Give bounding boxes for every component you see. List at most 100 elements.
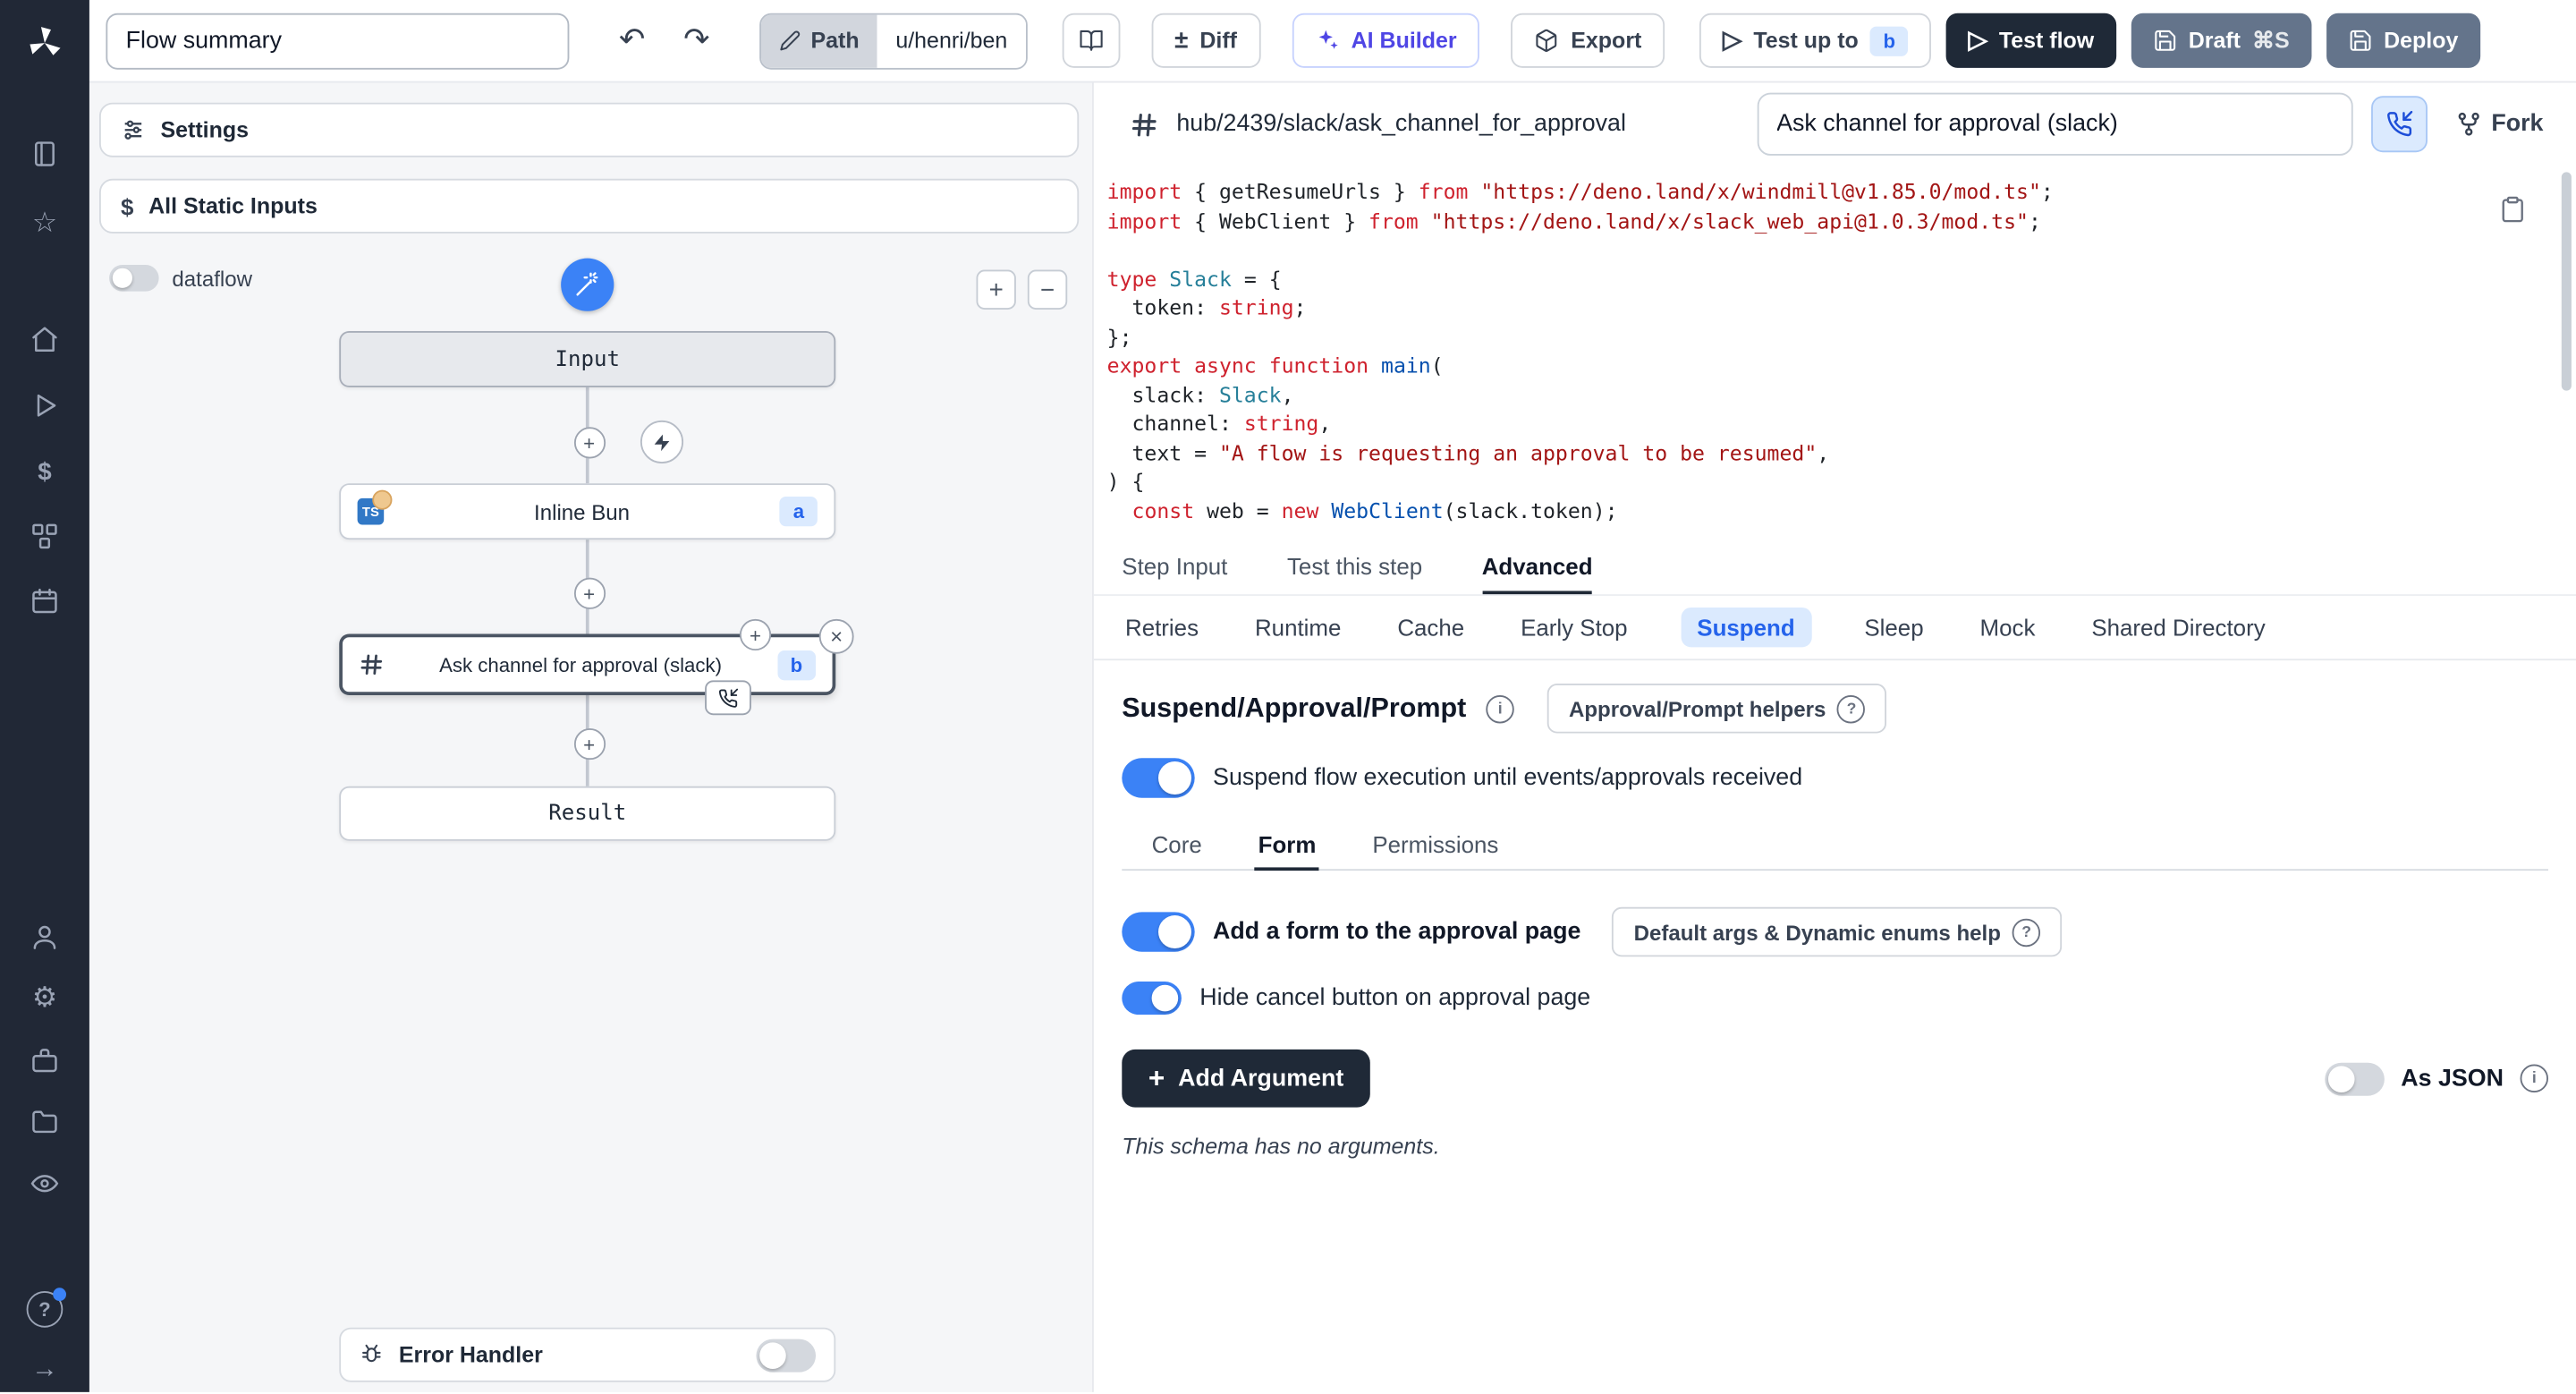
node-label: Result [548,801,626,826]
workers-icon[interactable] [15,1038,75,1084]
help-circle: ? [27,1291,64,1328]
tab-cache[interactable]: Cache [1394,608,1468,647]
diff-button[interactable]: ± Diff [1151,13,1260,68]
error-handler-row[interactable]: Error Handler [339,1328,835,1382]
delete-step-button[interactable]: × [819,619,854,654]
draft-button[interactable]: Draft ⌘S [2131,13,2311,68]
suspend-indicator-chip[interactable] [705,680,751,715]
ai-builder-button[interactable]: AI Builder [1292,13,1479,68]
tab-early-stop[interactable]: Early Stop [1517,608,1631,647]
save-icon [2152,28,2177,53]
tab-step-input[interactable]: Step Input [1122,540,1227,594]
users-icon[interactable] [15,914,75,960]
tab-shared-directory[interactable]: Shared Directory [2089,608,2269,647]
info-icon[interactable]: i [2521,1065,2548,1092]
script-path: hub/2439/slack/ask_channel_for_approval [1176,111,1626,138]
zoom-out-button[interactable]: − [1028,270,1067,310]
question-icon: ? [2012,918,2040,946]
flow-node-input[interactable]: Input [339,331,835,387]
tab-retries[interactable]: Retries [1122,608,1201,647]
node-content: TS Inline Bun a [341,497,834,526]
flow-settings-label: Settings [160,117,249,142]
docs-button[interactable] [1062,13,1120,68]
collapse-sidebar-icon[interactable]: → [15,1347,75,1394]
flow-node-inline-bun[interactable]: TS Inline Bun a [339,483,835,540]
suspend-title-row: Suspend/Approval/Prompt i Approval/Promp… [1122,684,2548,734]
bun-icon [372,490,392,510]
insert-step-button[interactable]: + [573,427,605,458]
variables-icon[interactable]: $ [15,448,75,495]
windmill-logo[interactable] [15,20,75,66]
tab-form[interactable]: Form [1255,821,1319,871]
redo-button[interactable]: ↷ [672,16,722,66]
flow-node-result[interactable]: Result [339,786,835,841]
insert-step-button[interactable]: + [573,578,605,609]
tab-test-this-step[interactable]: Test this step [1287,540,1422,594]
app: ☆ $ ⚙ ? → ↶ ↷ [0,0,2576,1392]
step-name-input[interactable] [1757,93,2352,156]
static-inputs-row[interactable]: $ All Static Inputs [99,179,1079,234]
code-line [1107,235,2511,264]
as-json-control: As JSON i [2325,1062,2548,1095]
dataflow-toggle[interactable] [109,265,159,292]
folders-icon[interactable] [15,1098,75,1144]
suspend-section: Suspend/Approval/Prompt i Approval/Promp… [1094,660,2576,1392]
undo-button[interactable]: ↶ [607,16,657,66]
settings-gear-icon[interactable]: ⚙ [15,975,75,1022]
phone-incoming-icon [2385,111,2412,138]
play-icon: ▷ [1723,28,1741,53]
code-scrollbar[interactable] [2562,172,2572,390]
tab-mock[interactable]: Mock [1977,608,2038,647]
add-form-toggle[interactable] [1122,912,1194,951]
draft-shortcut: ⌘S [2252,28,2290,55]
resources-icon[interactable] [15,514,75,560]
export-button[interactable]: Export [1512,13,1665,68]
suspend-toggle[interactable] [1122,758,1194,797]
copy-code-button[interactable] [2499,195,2527,223]
runs-icon[interactable] [15,382,75,429]
node-label: Inline Bun [397,499,767,524]
journal-icon[interactable] [15,131,75,177]
play-icon: ▷ [1969,28,1987,53]
tab-sleep[interactable]: Sleep [1861,608,1928,647]
help-icon[interactable]: ? [15,1286,75,1332]
info-icon[interactable]: i [1487,694,1514,722]
test-flow-button[interactable]: ▷ Test flow [1946,13,2115,68]
add-argument-button[interactable]: + Add Argument [1122,1050,1370,1108]
deploy-button[interactable]: Deploy [2326,13,2479,68]
tab-core[interactable]: Core [1148,821,1206,871]
insert-step-button[interactable]: + [573,728,605,760]
error-handler-label: Error Handler [399,1342,543,1367]
error-handler-toggle[interactable] [756,1339,816,1372]
fork-button[interactable]: Fork [2445,111,2554,138]
code-line: export async function main( [1107,351,2511,379]
windmill-logo-icon [23,21,66,64]
code-line: type Slack = { [1107,264,2511,293]
sparkles-icon [1315,28,1340,53]
help-glyph: ? [38,1297,51,1321]
add-branch-button[interactable]: + [740,619,771,650]
code-editor[interactable]: import { getResumeUrls } from "https://d… [1094,166,2576,540]
hide-cancel-toggle[interactable] [1122,982,1182,1015]
default-args-help-button[interactable]: Default args & Dynamic enums help ? [1613,907,2063,957]
approval-helpers-button[interactable]: Approval/Prompt helpers ? [1547,684,1887,734]
suspend-active-button[interactable] [2370,96,2427,152]
star-icon[interactable]: ☆ [15,200,75,247]
home-icon[interactable] [15,316,75,362]
test-up-to-button[interactable]: ▷ Test up to b [1699,13,1932,68]
flow-settings-row[interactable]: Settings [99,103,1079,157]
plus-icon: + [583,433,595,453]
schedules-icon[interactable] [15,578,75,625]
tab-suspend[interactable]: Suspend [1681,608,1811,647]
path-control[interactable]: Path u/henri/ben [759,13,1027,69]
zoom-in-button[interactable]: + [977,270,1016,310]
suspend-toggle-label: Suspend flow execution until events/appr… [1213,765,1802,792]
flow-summary-input[interactable] [106,13,569,69]
as-json-toggle[interactable] [2325,1062,2385,1095]
tab-runtime[interactable]: Runtime [1251,608,1344,647]
tab-advanced[interactable]: Advanced [1482,540,1593,594]
audit-logs-icon[interactable] [15,1160,75,1207]
trigger-button[interactable] [640,421,683,463]
tab-permissions[interactable]: Permissions [1369,821,1502,871]
ai-flow-button[interactable] [561,259,614,311]
